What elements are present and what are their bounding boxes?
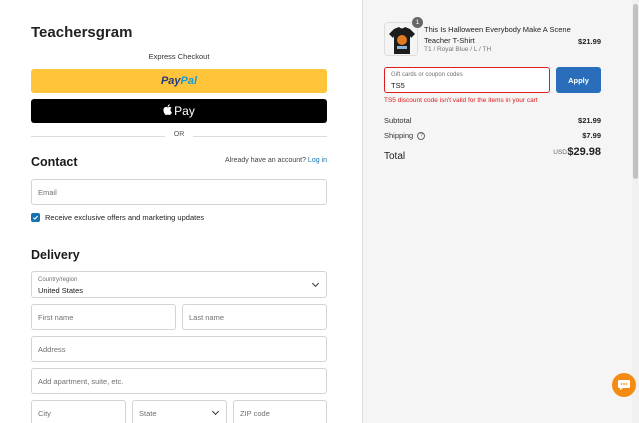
marketing-label: Receive exclusive offers and marketing u… xyxy=(45,213,205,222)
info-icon[interactable]: ? xyxy=(417,132,426,141)
login-prompt-text: Already have an account? xyxy=(225,157,306,164)
order-summary xyxy=(362,0,639,423)
product-title: This Is Halloween Everybody Make A Scene… xyxy=(424,25,571,45)
coupon-label: Gift cards or coupon codes xyxy=(391,72,463,78)
coupon-error: TS5 discount code isn't valid for the it… xyxy=(384,97,538,104)
total-amount: $29.98 xyxy=(567,146,601,158)
address-field[interactable]: Address xyxy=(31,336,327,362)
state-select[interactable]: State xyxy=(132,400,227,423)
scrollbar[interactable] xyxy=(632,0,639,423)
chat-button[interactable] xyxy=(612,373,636,397)
email-placeholder: Email xyxy=(38,187,57,197)
subtotal-row: Subtotal $21.99 xyxy=(384,116,601,125)
first-name-field[interactable]: First name xyxy=(31,304,176,330)
apartment-placeholder: Add apartment, suite, etc. xyxy=(38,376,124,386)
zip-field[interactable]: ZIP code xyxy=(233,400,327,423)
checkout-main: Teachersgram Express Checkout Pay Pal Pay… xyxy=(0,0,362,423)
chat-bubble-icon xyxy=(618,380,630,390)
express-checkout-label: Express Checkout xyxy=(148,52,210,61)
shipping-row: Shipping ? $7.99 xyxy=(384,131,601,141)
paypal-button[interactable]: Pay Pal xyxy=(31,69,327,93)
tshirt-image xyxy=(385,23,417,55)
city-field[interactable]: City xyxy=(31,400,126,423)
email-field[interactable]: Email xyxy=(31,179,327,205)
apple-pay-label: Pay xyxy=(174,104,195,118)
product-variant: T1 / Royal Blue / L / TH xyxy=(424,46,492,53)
country-value: United States xyxy=(38,286,84,295)
subtotal-label: Subtotal xyxy=(384,116,412,125)
store-logo[interactable]: Teachersgram xyxy=(31,24,132,41)
shipping-amount: $7.99 xyxy=(582,131,601,140)
last-name-placeholder: Last name xyxy=(189,312,225,322)
scrollbar-thumb[interactable] xyxy=(633,4,638,179)
marketing-checkbox[interactable] xyxy=(31,213,40,222)
apple-icon xyxy=(163,104,173,118)
apply-button[interactable]: Apply xyxy=(556,67,601,93)
shipping-label: Shipping xyxy=(384,131,414,140)
paypal-logo-part1: Pay xyxy=(160,75,181,87)
contact-title: Contact xyxy=(31,155,78,169)
quantity-badge: 1 xyxy=(412,17,423,28)
state-placeholder: State xyxy=(139,408,157,418)
coupon-input[interactable]: Gift cards or coupon codes TS5 xyxy=(384,67,550,93)
zip-placeholder: ZIP code xyxy=(240,408,270,418)
paypal-logo-part2: Pal xyxy=(180,75,198,87)
subtotal-amount: $21.99 xyxy=(578,116,601,125)
or-divider: OR xyxy=(31,131,327,141)
login-link[interactable]: Log in xyxy=(308,157,327,164)
city-placeholder: City xyxy=(38,408,51,418)
total-row: Total USD $29.98 xyxy=(384,146,601,164)
state-chevron-down-icon xyxy=(211,407,220,416)
chevron-down-icon xyxy=(311,279,320,288)
country-label: Country/region xyxy=(38,277,78,283)
delivery-title: Delivery xyxy=(31,248,80,262)
currency-code: USD xyxy=(553,149,567,156)
address-placeholder: Address xyxy=(38,344,66,354)
product-price: $21.99 xyxy=(578,37,601,46)
first-name-placeholder: First name xyxy=(38,312,74,322)
total-label: Total xyxy=(384,151,406,162)
check-icon xyxy=(33,215,39,220)
apple-pay-button[interactable]: Pay xyxy=(31,99,327,123)
divider-line-right xyxy=(193,136,327,137)
marketing-opt-in[interactable]: Receive exclusive offers and marketing u… xyxy=(31,213,204,222)
login-prompt: Already have an account? Log in xyxy=(225,157,327,164)
coupon-value: TS5 xyxy=(391,81,405,90)
country-select[interactable]: Country/region United States xyxy=(31,271,327,298)
last-name-field[interactable]: Last name xyxy=(182,304,327,330)
product-thumbnail xyxy=(384,22,418,56)
apartment-field[interactable]: Add apartment, suite, etc. xyxy=(31,368,327,394)
